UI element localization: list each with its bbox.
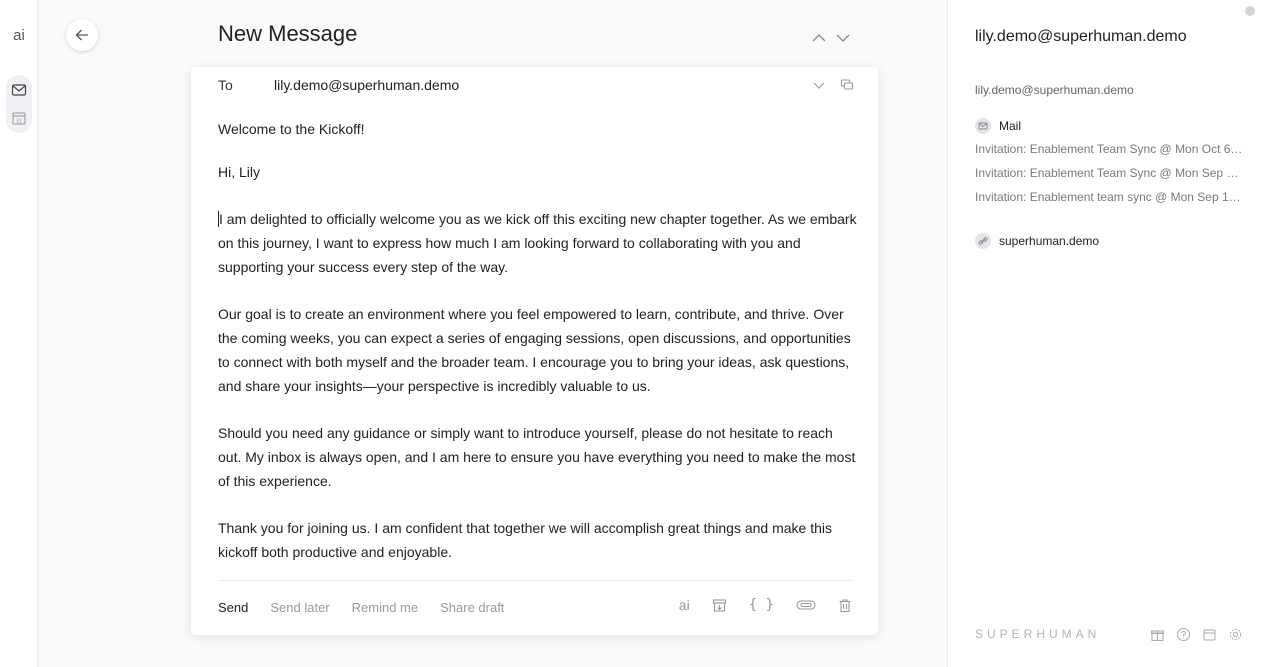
domain-section: superhuman.demo bbox=[975, 233, 1099, 249]
body-paragraph: Our goal is to create an environment whe… bbox=[218, 306, 851, 394]
chevron-up-icon[interactable] bbox=[811, 30, 827, 46]
domain-link[interactable]: superhuman.demo bbox=[999, 234, 1099, 248]
footer-tools bbox=[1150, 627, 1243, 642]
mail-icon[interactable] bbox=[11, 82, 27, 98]
mail-section-header: Mail bbox=[975, 118, 1021, 134]
back-button[interactable] bbox=[66, 19, 98, 51]
brand-logo: SUPERHUMAN bbox=[975, 627, 1101, 641]
attachment-icon[interactable] bbox=[796, 599, 816, 611]
recipient-tools bbox=[812, 78, 854, 92]
body-paragraph: Thank you for joining us. I am confident… bbox=[218, 520, 832, 560]
body-paragraph: Should you need any guidance or simply w… bbox=[218, 425, 856, 489]
calendar-icon[interactable] bbox=[1202, 627, 1217, 642]
share-draft-button[interactable]: Share draft bbox=[440, 600, 504, 615]
copy-icon[interactable] bbox=[840, 78, 854, 92]
app-switcher: 31 bbox=[6, 75, 32, 133]
status-dot bbox=[1245, 6, 1255, 16]
contact-name: lily.demo@superhuman.demo bbox=[975, 28, 1187, 45]
mail-thread-item[interactable]: Invitation: Enablement Team Sync @ Mon S… bbox=[975, 166, 1243, 180]
calendar-icon[interactable]: 31 bbox=[11, 110, 27, 126]
trash-icon[interactable] bbox=[838, 598, 852, 613]
ai-write-button[interactable]: ai bbox=[679, 597, 690, 613]
compose-tools: ai { } bbox=[679, 597, 852, 613]
ai-button[interactable]: ai bbox=[0, 27, 38, 44]
remind-me-button[interactable]: Remind me bbox=[352, 600, 418, 615]
compose-card: To lily.demo@superhuman.demo Welcome to … bbox=[191, 67, 878, 635]
body-paragraph: I am delighted to officially welcome you… bbox=[218, 211, 857, 275]
archive-icon[interactable] bbox=[712, 598, 727, 613]
mail-icon bbox=[975, 118, 991, 134]
contact-email[interactable]: lily.demo@superhuman.demo bbox=[975, 83, 1134, 97]
greeting-text: Hi, Lily bbox=[218, 164, 261, 180]
svg-text:31: 31 bbox=[16, 119, 22, 125]
subject-field[interactable]: Welcome to the Kickoff! bbox=[218, 121, 365, 137]
message-navigation bbox=[811, 30, 851, 46]
chevron-down-icon[interactable] bbox=[835, 30, 851, 46]
link-icon bbox=[975, 233, 991, 249]
mail-section-label: Mail bbox=[999, 119, 1022, 133]
chevron-down-icon[interactable] bbox=[812, 78, 826, 92]
mail-thread-item[interactable]: Invitation: Enablement team sync @ Mon S… bbox=[975, 190, 1243, 204]
gear-icon[interactable] bbox=[1228, 627, 1243, 642]
left-sidebar: ai 31 bbox=[0, 0, 38, 667]
send-later-button[interactable]: Send later bbox=[270, 600, 329, 615]
contact-panel: lily.demo@superhuman.demo lily.demo@supe… bbox=[947, 0, 1267, 667]
page-title: New Message bbox=[218, 21, 358, 46]
message-body[interactable]: I am delighted to officially welcome you… bbox=[218, 207, 858, 587]
to-field[interactable]: lily.demo@superhuman.demo bbox=[274, 77, 459, 93]
mail-thread-item[interactable]: Invitation: Enablement Team Sync @ Mon O… bbox=[975, 142, 1243, 156]
to-label: To bbox=[218, 77, 233, 93]
snippets-button[interactable]: { } bbox=[749, 597, 774, 613]
help-icon[interactable] bbox=[1176, 627, 1191, 642]
main-pane: New Message To lily.demo@superhuman.demo… bbox=[39, 0, 946, 667]
compose-actions: Send Send later Remind me Share draft bbox=[218, 600, 504, 615]
gift-icon[interactable] bbox=[1150, 627, 1165, 642]
arrow-left-icon bbox=[75, 29, 88, 41]
divider bbox=[218, 580, 852, 581]
send-button[interactable]: Send bbox=[218, 600, 248, 615]
